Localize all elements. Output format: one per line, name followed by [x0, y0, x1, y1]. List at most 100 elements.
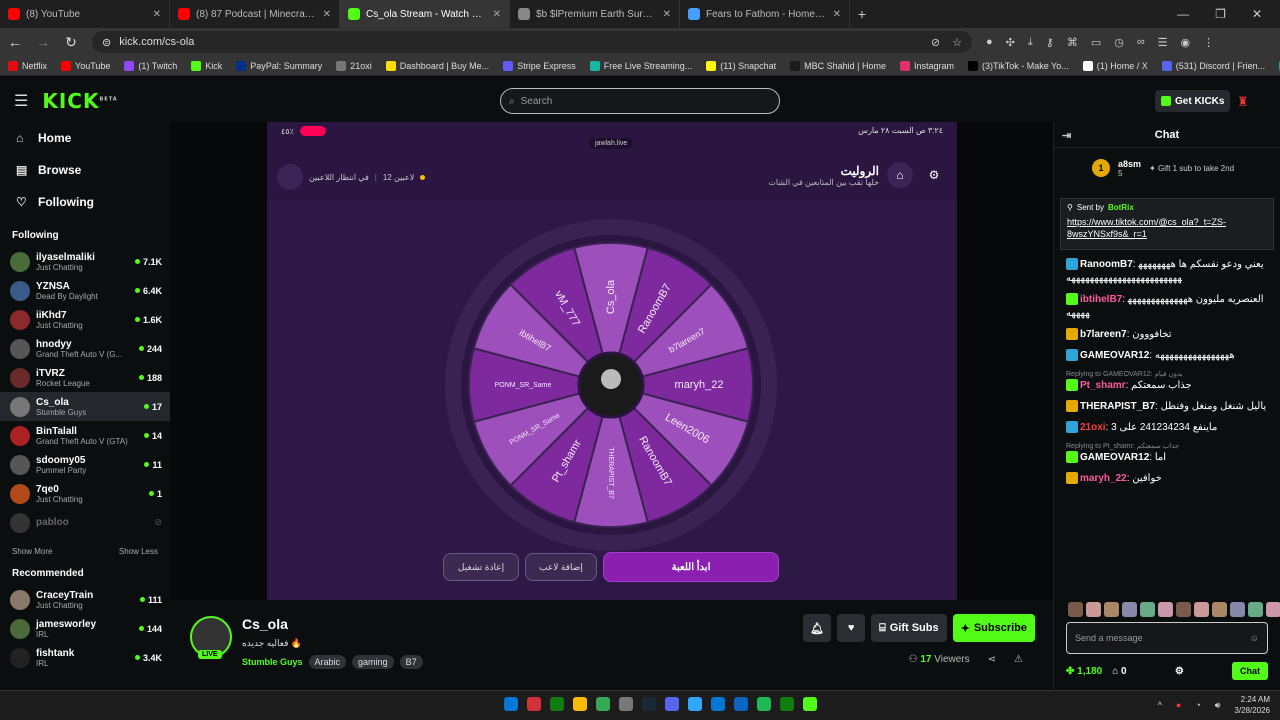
channel-item[interactable]: iiKhd7 Just Chatting 1.6K: [0, 305, 170, 334]
emote-icon[interactable]: [1212, 602, 1227, 617]
close-tab-icon[interactable]: ✕: [323, 9, 331, 20]
channel-item[interactable]: sdoomy05 Pummel Party 11: [0, 450, 170, 479]
bookmark-item[interactable]: (3)TikTok - Make Yo...: [968, 60, 1069, 71]
taskbar-app-icon[interactable]: [803, 697, 817, 711]
close-window-icon[interactable]: ✕: [1252, 7, 1262, 21]
forward-icon[interactable]: →: [36, 34, 50, 50]
streamer-name[interactable]: Cs_ola: [242, 616, 288, 632]
chat-username[interactable]: GAMEOVAR12: [1080, 452, 1149, 463]
chat-username[interactable]: RanoomB7: [1080, 259, 1133, 270]
points[interactable]: ✤ 1,180: [1066, 666, 1102, 677]
bookmark-item[interactable]: Instagram: [900, 60, 954, 71]
get-kicks-button[interactable]: Get KICKs: [1155, 90, 1231, 112]
taskbar-app-icon[interactable]: [780, 697, 794, 711]
clock[interactable]: 2:24 AM 3/28/2026: [1234, 694, 1270, 716]
bookmark-item[interactable]: Dashboard | Buy Me...: [385, 60, 489, 71]
browser-tab[interactable]: $b $lPremium Earth Survival $l$ ✕: [510, 0, 680, 28]
channel-item[interactable]: fishtank IRL 3.4K: [0, 643, 170, 672]
restore-icon[interactable]: ❐: [1215, 7, 1226, 21]
bookmark-item[interactable]: MBC Shahid | Home: [790, 60, 886, 71]
emote-icon[interactable]: [1158, 602, 1173, 617]
bookmark-item[interactable]: Free Live Streaming...: [589, 60, 692, 71]
back-icon[interactable]: ←: [8, 34, 22, 50]
settings-gear-icon[interactable]: ⚙: [921, 162, 947, 188]
history-icon[interactable]: ◷: [1114, 36, 1124, 49]
bookmark-item[interactable]: (1) Home / X: [1082, 60, 1148, 71]
emote-icon[interactable]: [1068, 602, 1083, 617]
share-icon[interactable]: ⋖: [988, 654, 996, 665]
channel-item[interactable]: hnodyy Grand Theft Auto V (G... 244: [0, 334, 170, 363]
taskbar-app-icon[interactable]: [688, 697, 702, 711]
taskbar-app-icon[interactable]: [757, 697, 771, 711]
taskbar-app-icon[interactable]: [665, 697, 679, 711]
site-info-icon[interactable]: ⊜: [102, 36, 111, 49]
menu-list-icon[interactable]: ☰: [1158, 36, 1168, 49]
chat-username[interactable]: 21oxi: [1080, 422, 1106, 433]
translate-icon[interactable]: ⌘: [1067, 36, 1078, 49]
taskbar-app-icon[interactable]: [734, 697, 748, 711]
emote-icon[interactable]: [1086, 602, 1101, 617]
channel-item[interactable]: ilyaselmaliki Just Chatting 7.1K: [0, 247, 170, 276]
chat-username[interactable]: maryh_22: [1080, 473, 1127, 484]
sidebar-nav-following[interactable]: ♡ Following: [0, 186, 170, 218]
chat-username[interactable]: ibtihelB7: [1080, 294, 1122, 305]
notification-icon[interactable]: ♜: [1237, 94, 1249, 110]
chat-username[interactable]: Pt_shamr: [1080, 380, 1126, 391]
hamburger-menu-icon[interactable]: ☰: [14, 91, 28, 111]
emote-icon[interactable]: [1266, 602, 1280, 617]
profile-icon[interactable]: ◉: [1181, 36, 1191, 49]
extension-icon[interactable]: ●: [986, 36, 993, 49]
channel-item[interactable]: BinTalall Grand Theft Auto V (GTA) 14: [0, 421, 170, 450]
emoji-icon[interactable]: ☺: [1250, 633, 1259, 643]
key-icon[interactable]: ⚷: [1046, 36, 1054, 49]
apple-icon[interactable]: [277, 164, 303, 190]
chat-settings-icon[interactable]: ⚙: [1175, 666, 1184, 677]
browser-tab[interactable]: (8) 87 Podcast | Minecraft | ؟ إن ✕: [170, 0, 340, 28]
browser-tab[interactable]: (8) YouTube ✕: [0, 0, 170, 28]
channel-item[interactable]: CraceyTrain Just Chatting 111: [0, 585, 170, 614]
bookmark-item[interactable]: YouTube: [61, 60, 110, 71]
close-tab-icon[interactable]: ✕: [833, 9, 841, 20]
taskbar-app-icon[interactable]: [619, 697, 633, 711]
taskbar-app-icon[interactable]: [573, 697, 587, 711]
bookmark-item[interactable]: Netflix: [8, 60, 47, 71]
emote-icon[interactable]: [1140, 602, 1155, 617]
bookmark-item[interactable]: Kick: [191, 60, 222, 71]
pinned-link[interactable]: https://www.tiktok.com/@cs_ola?_t=ZS-8ws…: [1067, 216, 1267, 240]
close-tab-icon[interactable]: ✕: [153, 9, 161, 20]
download-icon[interactable]: ⤓: [1028, 36, 1033, 49]
channel-item[interactable]: YZNSA Dead By Daylight 6.4K: [0, 276, 170, 305]
channel-item[interactable]: 7qe0 Just Chatting 1: [0, 479, 170, 508]
chevron-up-icon[interactable]: ^: [1158, 700, 1162, 710]
gift-prompt[interactable]: ✦ Gift 1 sub to take 2nd: [1149, 164, 1234, 173]
star-icon[interactable]: ☆: [952, 36, 962, 49]
puzzle-icon[interactable]: ✣: [1006, 36, 1015, 49]
card-icon[interactable]: ▭: [1091, 36, 1101, 49]
channel-item[interactable]: iTVRZ Rocket League 188: [0, 363, 170, 392]
taskbar-app-icon[interactable]: [527, 697, 541, 711]
taskbar-app-icon[interactable]: [711, 697, 725, 711]
chat-input[interactable]: Send a message ☺: [1066, 622, 1268, 654]
emote-icon[interactable]: [1248, 602, 1263, 617]
reload-icon[interactable]: ↻: [64, 34, 78, 51]
chest[interactable]: ⌂ 0: [1112, 666, 1126, 677]
kick-logo[interactable]: KICKBETA: [42, 89, 117, 113]
add-player-button[interactable]: إضافة لاعب: [525, 553, 597, 581]
show-less-button[interactable]: Show Less: [119, 547, 158, 556]
eye-off-icon[interactable]: ⊘: [931, 36, 940, 49]
show-more-button[interactable]: Show More: [12, 547, 52, 556]
emote-icon[interactable]: [1122, 602, 1137, 617]
kebab-menu-icon[interactable]: ⋮: [1203, 36, 1214, 49]
link-icon[interactable]: ∞: [1137, 36, 1145, 49]
taskbar-app-icon[interactable]: [642, 697, 656, 711]
taskbar-app-icon[interactable]: [504, 697, 518, 711]
gift-subs-button[interactable]: ⌸ Gift Subs: [871, 614, 947, 642]
sidebar-nav-home[interactable]: ⌂ Home: [0, 122, 170, 154]
stream-tag[interactable]: B7: [399, 655, 423, 669]
category-link[interactable]: Stumble Guys: [242, 657, 303, 667]
browser-tab[interactable]: Cs_ola Stream - Watch Live ✕: [340, 0, 510, 28]
bookmark-item[interactable]: 21oxi: [336, 60, 372, 71]
wifi-icon[interactable]: ◔: [1195, 700, 1200, 710]
taskbar-app-icon[interactable]: [596, 697, 610, 711]
url-field[interactable]: ⊜ kick.com/cs-ola ⊘ ☆: [92, 31, 972, 53]
